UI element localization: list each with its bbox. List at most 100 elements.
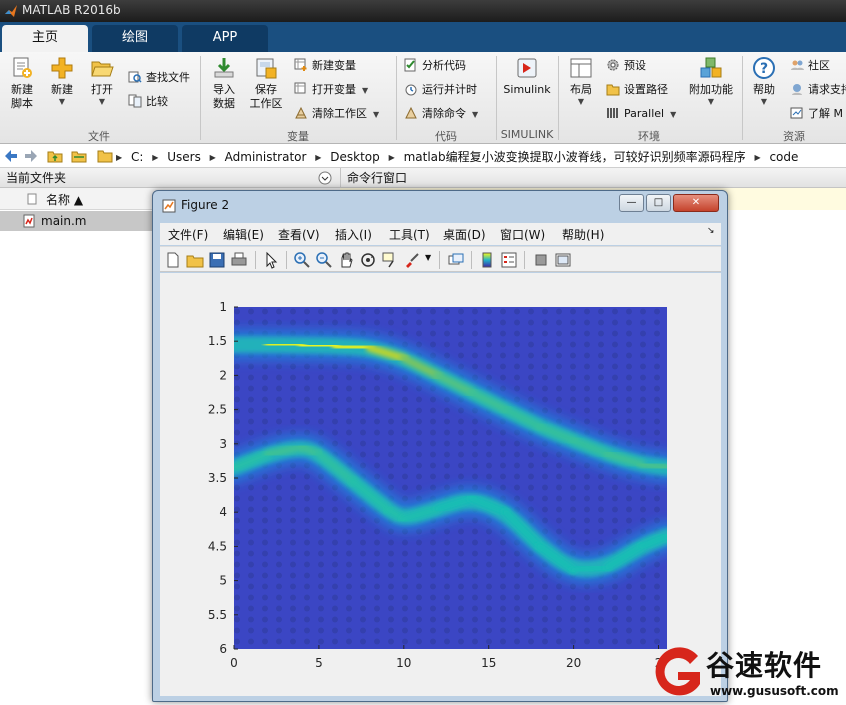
help-button[interactable]: ? 帮助 ▼: [748, 56, 780, 107]
link-plot-icon[interactable]: [447, 251, 465, 269]
rotate-3d-icon[interactable]: [359, 251, 377, 269]
analyze-code-button[interactable]: 分析代码: [404, 56, 466, 76]
back-arrow-icon[interactable]: [3, 148, 19, 164]
current-folder-address-bar: ▶ C: ▶ Users ▶ Administrator ▶ Desktop ▶…: [0, 144, 846, 168]
app-title-bar: MATLAB R2016b: [0, 0, 846, 22]
breadcrumb-drive[interactable]: C:: [131, 150, 143, 164]
figure-canvas[interactable]: 11.522.533.544.555.56051015202: [160, 273, 721, 696]
menu-insert[interactable]: 插入(I): [335, 226, 372, 243]
ridge-2-segment: [569, 562, 612, 575]
new-variable-button[interactable]: 新建变量: [294, 56, 356, 76]
tab-plots[interactable]: 绘图: [92, 25, 178, 52]
breadcrumb-separator-icon: ▶: [388, 153, 395, 162]
colorbar-icon[interactable]: [478, 251, 496, 269]
y-tick-label: 6: [219, 642, 227, 656]
menu-tools[interactable]: 工具(T): [389, 226, 430, 243]
y-tick-label: 1: [219, 300, 227, 314]
pointer-icon[interactable]: [262, 251, 280, 269]
parallel-dropdown-icon[interactable]: ▼: [670, 110, 676, 119]
tab-apps[interactable]: APP: [182, 25, 268, 52]
forward-arrow-icon[interactable]: [23, 148, 39, 164]
layout-button[interactable]: 布局 ▼: [564, 56, 598, 107]
clear-workspace-dropdown-icon[interactable]: ▼: [373, 110, 379, 119]
brush-dropdown-icon[interactable]: ▼: [425, 253, 431, 262]
file-type-column-icon: [27, 193, 37, 205]
breadcrumb-administrator[interactable]: Administrator: [225, 150, 307, 164]
x-tick-label: 0: [230, 656, 238, 670]
minimize-button[interactable]: —: [619, 194, 644, 212]
menu-desktop[interactable]: 桌面(D): [443, 226, 486, 243]
save-icon[interactable]: [208, 251, 226, 269]
legend-icon[interactable]: [500, 251, 518, 269]
add-ons-cubes-icon: [700, 57, 722, 78]
run-and-time-button[interactable]: 运行并计时: [404, 80, 477, 100]
pan-hand-icon[interactable]: [337, 251, 355, 269]
breadcrumb-project-folder[interactable]: matlab编程复小波变换提取小波脊线，可较好识别频率源码程序: [404, 148, 746, 165]
parallel-button[interactable]: Parallel ▼: [606, 104, 676, 124]
layout-label: 布局: [570, 83, 592, 96]
menu-window[interactable]: 窗口(W): [500, 226, 545, 243]
new-button[interactable]: 新建 ▼: [44, 56, 80, 107]
save-workspace-button[interactable]: 保存 工作区: [246, 56, 286, 111]
open-button[interactable]: 打开 ▼: [84, 56, 120, 107]
menu-edit[interactable]: 编辑(E): [223, 226, 264, 243]
find-files-button[interactable]: 查找文件: [128, 68, 190, 88]
file-group-label: 文件: [88, 130, 110, 143]
command-window-title: 命令行窗口: [347, 171, 408, 185]
simulink-label: Simulink: [503, 83, 551, 96]
hide-plot-tools-icon[interactable]: [532, 251, 550, 269]
new-script-button[interactable]: 新建 脚本: [4, 56, 40, 111]
breadcrumb-code[interactable]: code: [769, 150, 798, 164]
breadcrumb-users[interactable]: Users: [167, 150, 201, 164]
layout-dropdown-icon: ▼: [577, 97, 585, 106]
add-ons-button[interactable]: 附加功能 ▼: [686, 56, 736, 107]
menu-file[interactable]: 文件(F): [168, 226, 208, 243]
import-data-button[interactable]: 导入 数据: [206, 56, 242, 111]
resources-group-label: 资源: [783, 130, 805, 143]
menu-view[interactable]: 查看(V): [278, 226, 320, 243]
close-button[interactable]: ✕: [673, 194, 719, 212]
request-support-button[interactable]: 请求支持: [790, 80, 846, 100]
print-icon[interactable]: [230, 251, 248, 269]
preferences-button[interactable]: 预设: [606, 56, 646, 76]
open-variable-dropdown-icon[interactable]: ▼: [362, 86, 368, 95]
browse-folder-icon[interactable]: [71, 148, 87, 164]
compare-button[interactable]: 比较: [128, 92, 168, 112]
new-script-label: 新建 脚本: [11, 83, 33, 110]
tab-home[interactable]: 主页: [2, 25, 88, 52]
file-name: main.m: [41, 214, 87, 228]
clear-commands-button[interactable]: 清除命令 ▼: [404, 104, 478, 124]
zoom-in-icon[interactable]: [293, 251, 311, 269]
new-script-icon: [13, 57, 32, 78]
open-variable-button[interactable]: 打开变量 ▼: [294, 80, 368, 100]
new-figure-icon[interactable]: [164, 251, 182, 269]
data-cursor-icon[interactable]: [381, 251, 399, 269]
request-support-icon: [792, 84, 802, 95]
show-plot-tools-icon[interactable]: [554, 251, 572, 269]
community-button[interactable]: 社区: [790, 56, 830, 76]
simulink-button[interactable]: Simulink: [502, 56, 552, 97]
learn-matlab-button[interactable]: 了解 M: [790, 104, 843, 124]
toolbar-divider: [471, 251, 472, 269]
new-variable-icon: [294, 58, 307, 71]
svg-text:?: ?: [760, 61, 768, 77]
breadcrumb-desktop[interactable]: Desktop: [330, 150, 380, 164]
y-tick-label: 5.5: [208, 608, 227, 622]
open-file-icon[interactable]: [186, 251, 204, 269]
code-group-label: 代码: [435, 130, 457, 143]
panel-menu-icon[interactable]: [318, 171, 332, 185]
clear-commands-dropdown-icon[interactable]: ▼: [472, 110, 478, 119]
clear-workspace-button[interactable]: 清除工作区 ▼: [294, 104, 379, 124]
zoom-out-icon[interactable]: [315, 251, 333, 269]
preferences-label: 预设: [624, 59, 646, 72]
menu-help[interactable]: 帮助(H): [562, 226, 604, 243]
figure-title-bar[interactable]: Figure 2 — □ ✕: [153, 191, 727, 219]
y-tick-label: 1.5: [208, 334, 227, 348]
maximize-button[interactable]: □: [646, 194, 671, 212]
name-column-header[interactable]: 名称 ▲: [46, 191, 83, 208]
set-path-button[interactable]: 设置路径: [606, 80, 668, 100]
brush-icon[interactable]: [403, 251, 421, 269]
import-data-label: 导入 数据: [213, 83, 235, 110]
up-folder-icon[interactable]: [47, 148, 63, 164]
dock-arrow-icon[interactable]: ↘: [707, 226, 715, 236]
